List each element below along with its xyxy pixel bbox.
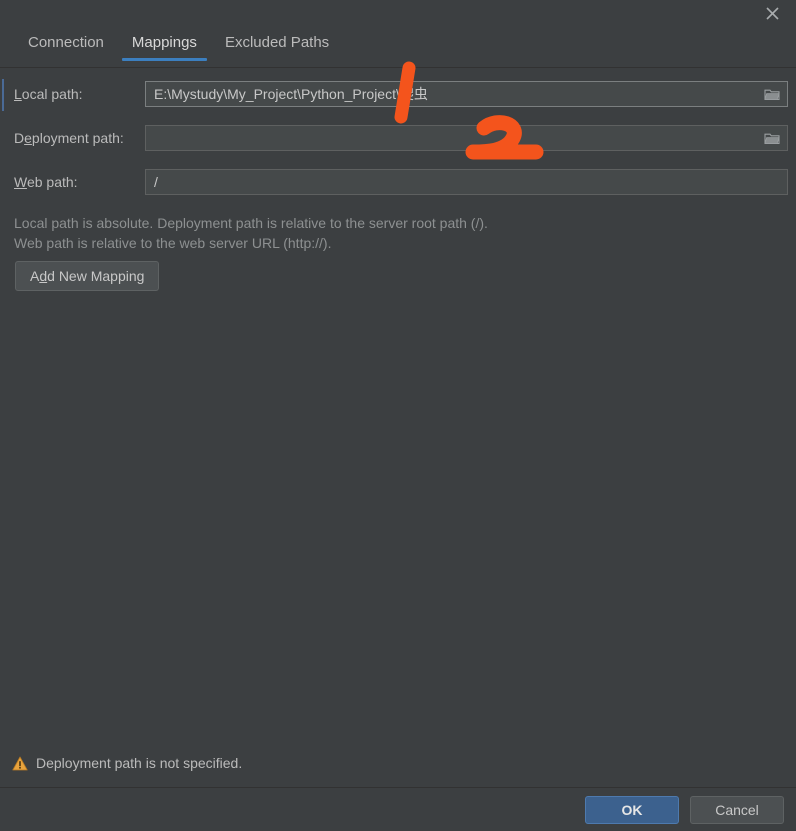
hint-line-2: Web path is relative to the web server U… <box>14 235 332 251</box>
web-path-field-wrap: / <box>145 169 788 195</box>
deployment-path-input[interactable] <box>145 125 788 151</box>
ok-button[interactable]: OK <box>585 795 679 824</box>
tab-bar: Connection Mappings Excluded Paths <box>0 26 796 67</box>
tab-mappings-label: Mappings <box>131 34 197 51</box>
deployment-path-mnemonic: e <box>24 130 32 146</box>
window-titlebar <box>0 0 796 26</box>
hint-line-1: Local path is absolute. Deployment path … <box>14 215 488 231</box>
local-path-row: Local path: E:\Mystudy\My_Project\Python… <box>0 80 788 108</box>
deployment-path-field-wrap <box>145 125 788 151</box>
close-icon <box>765 6 779 20</box>
dialog-button-bar: OK Cancel <box>0 787 796 831</box>
web-path-label-text: eb path: <box>26 174 78 190</box>
deployment-path-label-pre: D <box>14 130 25 146</box>
web-path-mnemonic: W <box>14 174 27 190</box>
tab-connection-label: Connection <box>28 34 104 51</box>
tab-mappings[interactable]: Mappings <box>118 26 211 61</box>
validation-warning-text: Deployment path is not specified. <box>36 755 243 771</box>
path-hint-text: Local path is absolute. Deployment path … <box>14 213 488 253</box>
add-mapping-mnemonic: d <box>39 268 48 284</box>
close-button[interactable] <box>758 0 786 26</box>
tab-excluded-paths[interactable]: Excluded Paths <box>211 26 343 61</box>
add-new-mapping-button[interactable]: Add New Mapping <box>15 261 160 291</box>
validation-warning: Deployment path is not specified. <box>12 755 242 771</box>
cancel-button[interactable]: Cancel <box>690 795 784 824</box>
folder-icon <box>764 133 780 144</box>
add-mapping-pre: A <box>30 268 40 284</box>
local-path-mnemonic: L <box>14 86 22 102</box>
warning-triangle-icon <box>12 756 28 770</box>
deployment-path-browse-button[interactable] <box>757 126 787 150</box>
deployment-path-label-text: ployment path: <box>31 130 124 146</box>
web-path-input[interactable]: / <box>145 169 788 195</box>
mappings-panel: Local path: E:\Mystudy\My_Project\Python… <box>0 67 796 787</box>
tab-connection[interactable]: Connection <box>14 26 118 61</box>
local-path-input[interactable]: E:\Mystudy\My_Project\Python_Project\爬虫 <box>145 81 788 107</box>
tab-excluded-paths-label: Excluded Paths <box>224 34 330 51</box>
add-mapping-post: d New Mapping <box>47 268 145 284</box>
folder-icon <box>764 89 780 100</box>
local-path-label: Local path: <box>0 86 145 102</box>
deployment-path-row: Deployment path: <box>0 124 788 152</box>
web-path-label: Web path: <box>0 174 145 190</box>
local-path-field-wrap: E:\Mystudy\My_Project\Python_Project\爬虫 <box>145 81 788 107</box>
local-path-browse-button[interactable] <box>757 82 787 106</box>
deployment-path-label: Deployment path: <box>0 130 145 146</box>
web-path-row: Web path: / <box>0 168 788 196</box>
local-path-label-text: ocal path: <box>21 86 83 102</box>
